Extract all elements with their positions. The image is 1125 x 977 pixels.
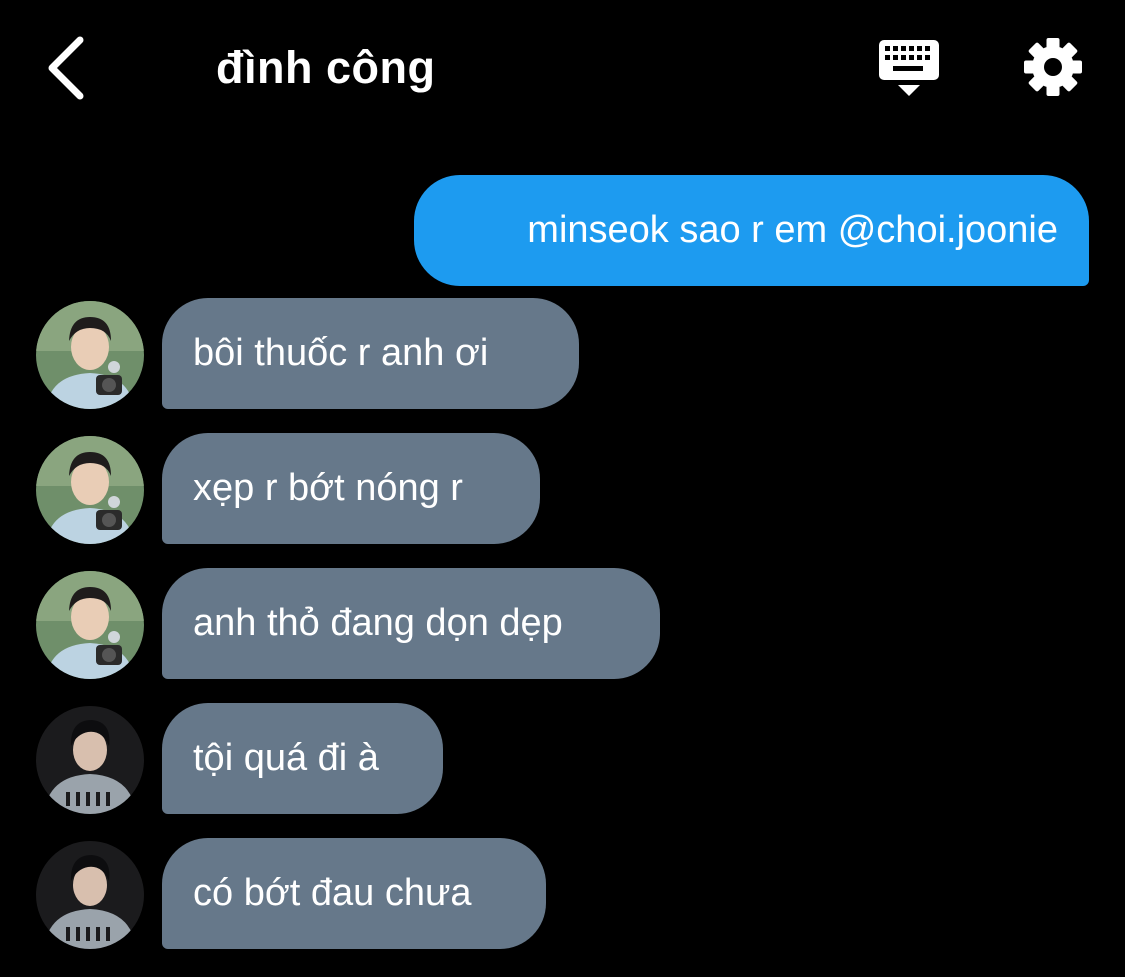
avatar-user-a	[36, 571, 144, 679]
incoming-message-bubble[interactable]: xẹp r bớt nóng r	[162, 433, 540, 544]
chat-title: đình công	[216, 42, 436, 93]
avatar[interactable]	[36, 436, 144, 544]
chevron-left-icon	[48, 36, 84, 100]
avatar[interactable]	[36, 841, 144, 949]
back-button[interactable]	[38, 34, 98, 102]
avatar[interactable]	[36, 706, 144, 814]
settings-button[interactable]	[1022, 36, 1084, 98]
avatar[interactable]	[36, 301, 144, 409]
avatar-user-a	[36, 301, 144, 409]
keyboard-icon	[879, 40, 939, 96]
message-text: anh thỏ đang dọn dẹp	[193, 602, 563, 644]
message-text: xẹp r bớt nóng r	[193, 467, 463, 509]
avatar-user-a	[36, 436, 144, 544]
keyboard-button[interactable]	[876, 38, 942, 102]
chat-header: đình công	[0, 0, 1125, 140]
incoming-message-bubble[interactable]: có bớt đau chưa	[162, 838, 546, 949]
incoming-message-bubble[interactable]: anh thỏ đang dọn dẹp	[162, 568, 660, 679]
message-text: có bớt đau chưa	[193, 872, 472, 914]
message-text: minseok sao r em @choi.joonie	[527, 209, 1058, 251]
avatar-user-b	[36, 706, 144, 814]
gear-icon	[1024, 38, 1082, 96]
incoming-message-bubble[interactable]: bôi thuốc r anh ơi	[162, 298, 579, 409]
message-text: tội quá đi à	[193, 737, 379, 779]
avatar[interactable]	[36, 571, 144, 679]
outgoing-message-bubble[interactable]: minseok sao r em @choi.joonie	[414, 175, 1089, 286]
incoming-message-bubble[interactable]: tội quá đi à	[162, 703, 443, 814]
message-text: bôi thuốc r anh ơi	[193, 332, 489, 374]
avatar-user-b	[36, 841, 144, 949]
